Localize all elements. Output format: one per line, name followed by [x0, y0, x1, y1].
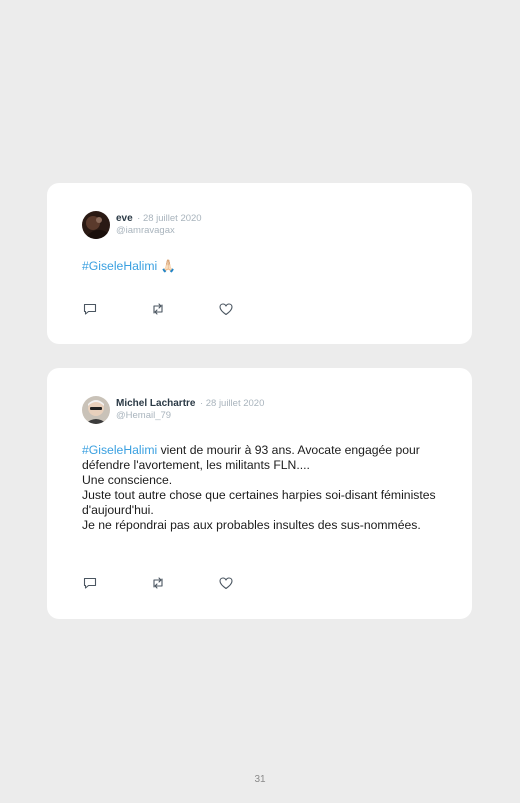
tweet-line: Juste tout autre chose que certaines har… — [82, 488, 436, 517]
user-name[interactable]: eve — [116, 213, 133, 224]
avatar[interactable] — [82, 211, 110, 239]
tweet-actions — [82, 301, 286, 317]
retweet-icon[interactable] — [150, 575, 166, 591]
tweet-actions — [82, 575, 286, 591]
tweet-line: Je ne répondrai pas aux probables insult… — [82, 518, 421, 532]
hashtag-link[interactable]: #GiseleHalimi — [82, 443, 157, 457]
retweet-icon[interactable] — [150, 301, 166, 317]
tweet-card: Michel Lachartre · 28 juillet 2020 @Hema… — [47, 368, 472, 619]
like-icon[interactable] — [218, 575, 234, 591]
tweet-paragraph: #GiseleHalimi vient de mourir à 93 ans. … — [82, 443, 442, 473]
tweet-date: · 28 juillet 2020 — [137, 213, 202, 224]
tweet-card: eve · 28 juillet 2020 @iamravagax #Gisel… — [47, 183, 472, 344]
tweet-text-content: 🙏🏻 — [157, 259, 176, 273]
reply-icon[interactable] — [82, 301, 98, 317]
page-number: 31 — [254, 774, 266, 785]
reply-icon[interactable] — [82, 575, 98, 591]
tweet-line: Une conscience. — [82, 473, 173, 487]
user-handle[interactable]: @Hemail_79 — [116, 410, 264, 422]
avatar[interactable] — [82, 396, 110, 424]
user-handle[interactable]: @iamravagax — [116, 225, 202, 237]
hashtag-link[interactable]: #GiseleHalimi — [82, 259, 157, 273]
tweet-text: #GiseleHalimi 🙏🏻 — [82, 259, 442, 274]
tweet-header: eve · 28 juillet 2020 @iamravagax — [82, 211, 202, 239]
tweet-date: · 28 juillet 2020 — [199, 398, 265, 409]
tweet-header: Michel Lachartre · 28 juillet 2020 @Hema… — [82, 396, 264, 424]
user-name[interactable]: Michel Lachartre — [116, 398, 195, 409]
like-icon[interactable] — [218, 301, 234, 317]
tweet-text: #GiseleHalimi vient de mourir à 93 ans. … — [82, 443, 442, 533]
